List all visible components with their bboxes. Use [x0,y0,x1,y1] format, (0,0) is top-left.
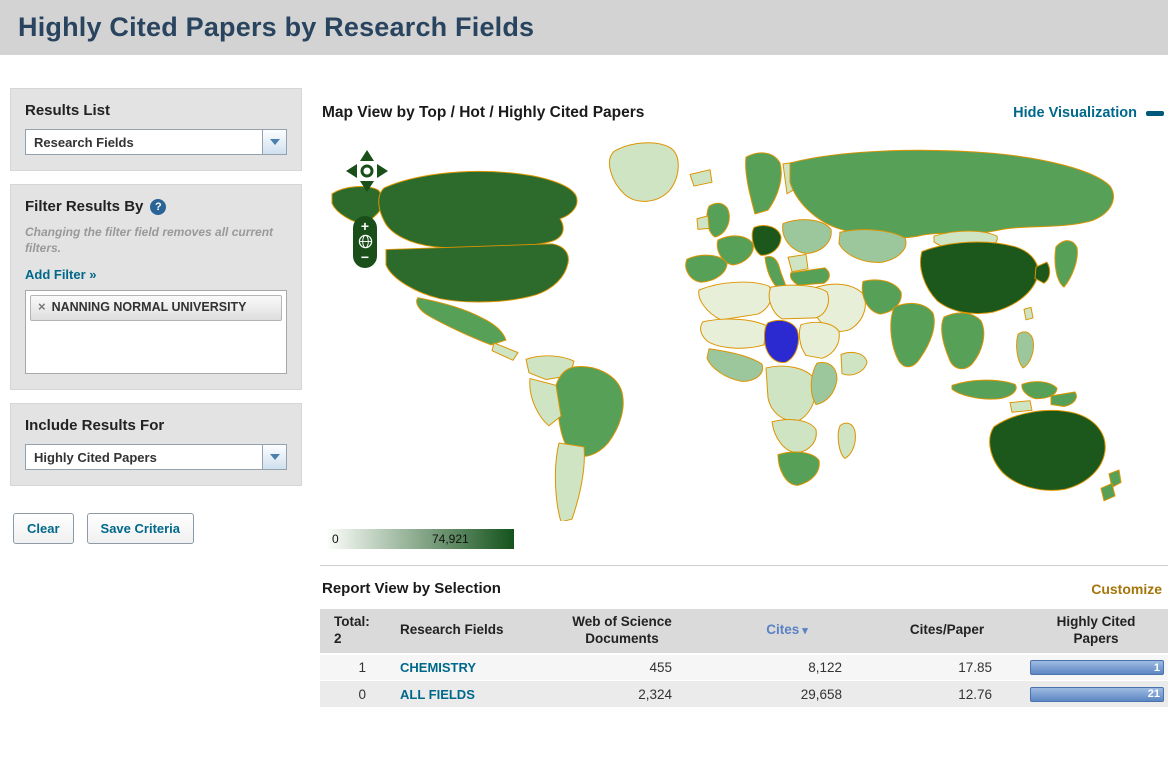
row-index: 1 [320,653,392,682]
world-map: + − [320,136,1168,521]
help-icon[interactable]: ? [150,198,167,215]
map-zoom-control[interactable]: + − [353,216,377,268]
highlighted-country[interactable] [763,319,800,363]
highly-cited-bar: 1 [1030,660,1164,675]
include-results-selected: Highly Cited Papers [34,450,157,466]
field-link-chemistry[interactable]: CHEMISTRY [400,660,476,675]
sidebar-buttons: Clear Save Criteria [10,513,302,545]
total-label: Total: [334,614,370,629]
include-results-dropdown[interactable]: Highly Cited Papers [25,444,287,471]
map-view-header: Map View by Top / Hot / Highly Cited Pap… [320,88,1168,136]
report-view-header: Report View by Selection Customize [320,565,1168,609]
column-research-fields[interactable]: Research Fields [392,609,542,655]
wos-documents-value: 2,324 [542,680,702,709]
table-row: 0 ALL FIELDS 2,324 29,658 12.76 21 [320,680,1168,709]
total-value: 2 [334,630,342,646]
save-criteria-button[interactable]: Save Criteria [86,513,195,545]
zoom-out-button[interactable]: − [361,250,369,264]
map-legend: 0 74,921 [328,529,514,549]
results-list-selected: Research Fields [34,135,134,150]
filter-box: × NANNING NORMAL UNIVERSITY [25,290,287,375]
collapse-icon [1146,110,1164,116]
cites-per-paper-value: 17.85 [872,653,1022,682]
table-row: 1 CHEMISTRY 455 8,122 17.85 1 [320,653,1168,682]
highly-cited-bar-cell: 21 [1022,680,1168,709]
main-content: Map View by Top / Hot / Highly Cited Pap… [302,88,1168,709]
report-view-title: Report View by Selection [322,580,501,597]
report-table: Total: 2 Research Fields Web of Science … [320,609,1168,709]
field-link-all-fields[interactable]: ALL FIELDS [400,687,475,702]
cites-value: 29,658 [702,680,872,709]
column-highly-cited-papers[interactable]: Highly Cited Papers [1022,609,1168,655]
page-title: Highly Cited Papers by Research Fields [18,12,535,42]
filter-label: Filter Results By ? [25,198,287,215]
map-countries[interactable] [331,142,1122,521]
hide-visualization-link[interactable]: Hide Visualization [1013,105,1164,121]
wos-documents-value: 455 [542,653,702,682]
world-map-svg[interactable] [322,136,1122,521]
results-list-label: Results List [25,102,111,119]
highly-cited-bar-cell: 1 [1022,653,1168,682]
pan-down-icon [360,181,374,192]
filter-note: Changing the filter field removes all cu… [25,225,274,255]
add-filter-link[interactable]: Add Filter » [25,267,97,282]
results-list-panel: Results List Research Fields [10,88,302,171]
column-cites[interactable]: Cites ▾ [702,609,872,655]
hide-visualization-label: Hide Visualization [1013,105,1137,121]
include-results-panel: Include Results For Highly Cited Papers [10,403,302,487]
highly-cited-value: 1 [1153,661,1160,674]
chevron-down-icon [269,454,280,461]
page-header: Highly Cited Papers by Research Fields [0,0,1168,55]
legend-gradient-bar [328,529,514,549]
map-view-title: Map View by Top / Hot / Highly Cited Pap… [322,104,645,121]
highly-cited-value: 21 [1147,688,1160,701]
pan-right-icon [377,164,388,178]
table-header-row: Total: 2 Research Fields Web of Science … [320,609,1168,655]
legend-max-value: 74,921 [432,532,469,546]
map-pan-control[interactable] [344,148,390,199]
filter-tag-label: NANNING NORMAL UNIVERSITY [51,300,247,315]
remove-filter-icon[interactable]: × [38,299,46,314]
filter-label-text: Filter Results By [25,198,144,215]
row-index: 0 [320,680,392,709]
pan-left-icon [346,164,357,178]
results-list-dropdown-button[interactable] [262,130,286,154]
total-header: Total: 2 [320,609,392,655]
include-results-label: Include Results For [25,417,165,435]
cites-per-paper-value: 12.76 [872,680,1022,709]
chevron-down-icon [269,139,280,145]
include-results-dropdown-button[interactable] [262,445,286,470]
filter-tag[interactable]: × NANNING NORMAL UNIVERSITY [30,295,282,321]
sort-desc-icon: ▾ [802,625,808,638]
filter-panel: Filter Results By ? Changing the filter … [10,184,302,391]
column-wos-documents[interactable]: Web of Science Documents [542,609,702,655]
results-list-dropdown[interactable]: Research Fields [25,129,287,155]
sidebar: Results List Research Fields Filter Resu… [10,88,302,708]
customize-link[interactable]: Customize [1091,581,1162,597]
pan-up-icon [360,150,374,161]
clear-button[interactable]: Clear [13,513,74,545]
cites-value: 8,122 [702,653,872,682]
column-cites-per-paper[interactable]: Cites/Paper [872,609,1022,655]
highly-cited-bar: 21 [1030,686,1164,702]
zoom-in-button[interactable]: + [361,219,369,233]
legend-min-value: 0 [332,532,339,546]
globe-icon[interactable] [358,234,373,249]
